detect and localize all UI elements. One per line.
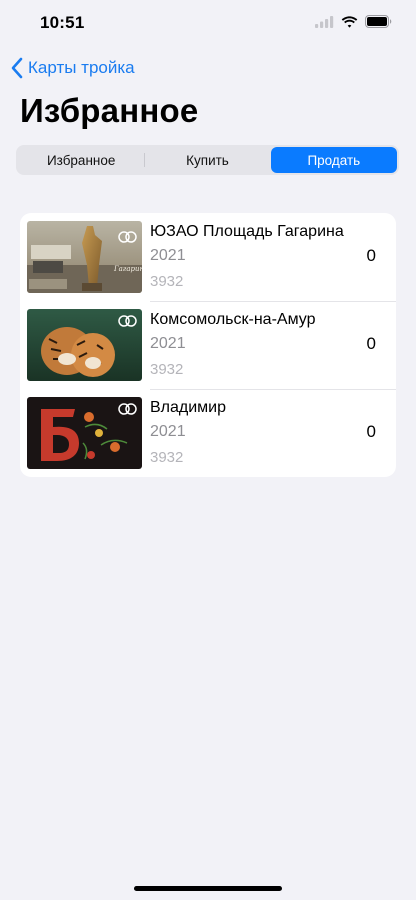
home-indicator[interactable]	[134, 886, 282, 891]
battery-icon	[365, 15, 392, 28]
card-row[interactable]: Гагарина ЮЗАО Площадь Гагарина 2021 3932…	[20, 213, 396, 301]
status-bar: 10:51	[0, 0, 416, 48]
card-list: Гагарина ЮЗАО Площадь Гагарина 2021 3932…	[20, 213, 396, 477]
vladimir-card-image	[27, 397, 142, 469]
segment-buy-label: Купить	[186, 152, 229, 168]
card-row[interactable]: Комсомольск-на-Амур 2021 3932 0	[20, 301, 396, 389]
status-time: 10:51	[40, 13, 85, 32]
svg-text:Гагарина: Гагарина	[113, 265, 142, 273]
card-name: Владимир	[150, 399, 227, 416]
card-year: 2021	[150, 423, 186, 440]
page-title: Избранное	[20, 92, 199, 129]
card-code: 3932	[150, 273, 184, 290]
card-name: ЮЗАО Площадь Гагарина	[150, 223, 344, 240]
card-year: 2021	[150, 335, 186, 352]
back-button-label: Карты тройка	[28, 58, 135, 77]
card-name: Комсомольск-на-Амур	[150, 311, 316, 328]
segment-sell-label: Продать	[307, 152, 361, 168]
segment-sell[interactable]: Продать	[270, 147, 397, 173]
card-row[interactable]: Владимир 2021 3932 0	[20, 389, 396, 477]
segment-favorites-label: Избранное	[46, 152, 116, 168]
segment-favorites[interactable]: Избранное	[18, 147, 144, 173]
wifi-icon	[341, 15, 358, 28]
segmented-control: Избранное Купить Продать	[16, 145, 399, 175]
status-icons	[315, 15, 392, 28]
tigers-card-image	[27, 309, 142, 381]
segment-buy[interactable]: Купить	[144, 147, 270, 173]
chevron-left-icon	[11, 57, 23, 79]
back-button[interactable]: Карты тройка	[10, 55, 135, 81]
card-code: 3932	[150, 361, 184, 378]
card-year: 2021	[150, 247, 186, 264]
card-count: 0	[366, 422, 376, 441]
card-code: 3932	[150, 449, 184, 466]
card-count: 0	[366, 246, 376, 265]
gagarin-card-image: Гагарина	[27, 221, 142, 293]
card-count: 0	[366, 334, 376, 353]
cellular-signal-icon	[315, 15, 334, 28]
